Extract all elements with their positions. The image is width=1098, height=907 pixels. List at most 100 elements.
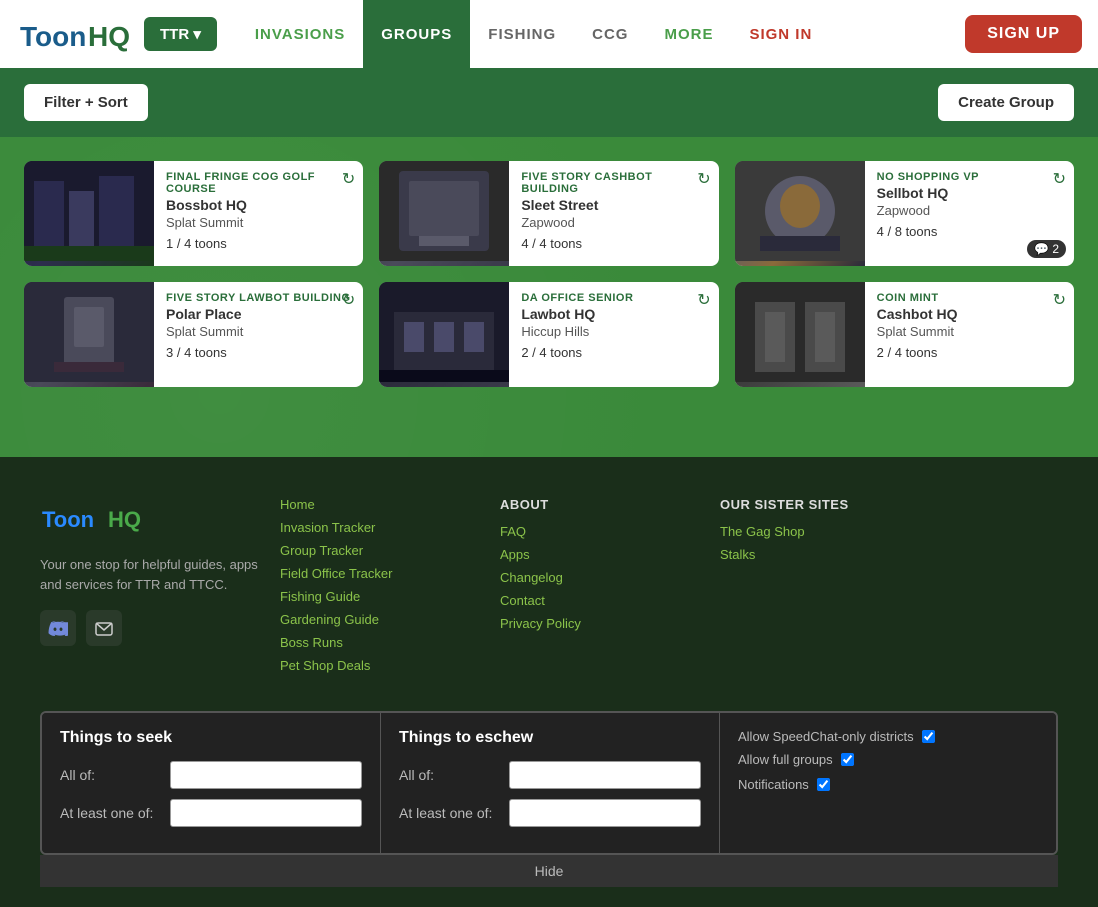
discord-icon[interactable] [40, 610, 76, 646]
header: Toon HQ TTR ▾ INVASIONS GROUPS FISHING C… [0, 0, 1098, 68]
footer-link-invasion[interactable]: Invasion Tracker [280, 520, 480, 535]
card-location2-5: Hiccup Hills [521, 324, 706, 339]
email-icon[interactable] [86, 610, 122, 646]
nav-invasions[interactable]: INVASIONS [237, 0, 363, 68]
filter-panel-grid: Things to seek All of: At least one of: … [42, 713, 1056, 853]
refresh-icon-2[interactable]: ↻ [697, 169, 710, 189]
svg-text:HQ: HQ [108, 507, 141, 532]
card-location2-4: Splat Summit [166, 324, 351, 339]
refresh-icon-5[interactable]: ↻ [697, 290, 710, 310]
card-location2-2: Zapwood [521, 215, 706, 230]
footer-link-gardening[interactable]: Gardening Guide [280, 612, 480, 627]
group-card-3[interactable]: NO SHOPPING VP Sellbot HQ Zapwood 4 / 8 … [735, 161, 1074, 266]
footer-link-petshop[interactable]: Pet Shop Deals [280, 658, 480, 673]
filter-bar: Filter + Sort Create Group [0, 68, 1098, 137]
refresh-icon-3[interactable]: ↻ [1053, 169, 1066, 189]
seek-title: Things to seek [60, 729, 362, 747]
footer-link-gagshop[interactable]: The Gag Shop [720, 524, 940, 539]
fullgroups-label: Allow full groups [738, 752, 833, 767]
filter-eschew-panel: Things to eschew All of: At least one of… [380, 713, 719, 853]
card-location1-1: Bossbot HQ [166, 197, 351, 213]
create-group-button[interactable]: Create Group [938, 84, 1074, 121]
card-title-5: DA OFFICE SENIOR [521, 292, 706, 304]
refresh-icon-4[interactable]: ↻ [342, 290, 355, 310]
auth-buttons: SIGN UP [965, 15, 1082, 53]
footer-link-privacy[interactable]: Privacy Policy [500, 616, 700, 631]
card-location1-4: Polar Place [166, 306, 351, 322]
card-toons-4: 3 / 4 toons [166, 345, 351, 360]
card-location1-2: Sleet Street [521, 197, 706, 213]
footer-link-home[interactable]: Home [280, 497, 480, 512]
speedchat-row: Allow SpeedChat-only districts [738, 729, 1038, 744]
footer-link-stalks[interactable]: Stalks [720, 547, 940, 562]
footer-sister-title: OUR SISTER SITES [720, 497, 940, 512]
card-title-3: NO SHOPPING VP [877, 171, 1062, 183]
card-title-4: FIVE STORY LAWBOT BUILDING [166, 292, 351, 304]
group-card-5[interactable]: DA OFFICE SENIOR Lawbot HQ Hiccup Hills … [379, 282, 718, 387]
eschew-all-label: All of: [399, 767, 499, 783]
card-title-1: FINAL FRINGE COG GOLF COURSE [166, 171, 351, 195]
filter-seek-panel: Things to seek All of: At least one of: [42, 713, 380, 853]
card-toons-1: 1 / 4 toons [166, 236, 351, 251]
svg-text:Toon: Toon [42, 507, 94, 532]
refresh-icon-1[interactable]: ↻ [342, 169, 355, 189]
speedchat-checkbox[interactable] [922, 730, 935, 743]
seek-atleast-input[interactable] [170, 799, 362, 827]
signup-button[interactable]: SIGN UP [965, 15, 1082, 53]
footer: Toon HQ Your one stop for helpful guides… [0, 457, 1098, 907]
footer-col-sister: OUR SISTER SITES The Gag Shop Stalks [720, 497, 940, 681]
footer-col-links: Home Invasion Tracker Group Tracker Fiel… [280, 497, 480, 681]
chat-badge-3: 💬 2 [1027, 240, 1066, 258]
card-location1-6: Cashbot HQ [877, 306, 1062, 322]
card-thumbnail-1 [24, 161, 154, 266]
card-content-4: FIVE STORY LAWBOT BUILDING Polar Place S… [154, 282, 363, 387]
footer-grid: Toon HQ Your one stop for helpful guides… [40, 497, 1058, 681]
card-content-5: DA OFFICE SENIOR Lawbot HQ Hiccup Hills … [509, 282, 718, 387]
hide-button[interactable]: Hide [40, 855, 1058, 887]
footer-link-fishing[interactable]: Fishing Guide [280, 589, 480, 604]
group-card-2[interactable]: FIVE STORY CASHBOT BUILDING Sleet Street… [379, 161, 718, 266]
eschew-all-row: All of: [399, 761, 701, 789]
card-toons-3: 4 / 8 toons [877, 224, 1062, 239]
footer-link-apps[interactable]: Apps [500, 547, 700, 562]
svg-text:Toon: Toon [20, 21, 86, 52]
card-toons-2: 4 / 4 toons [521, 236, 706, 251]
main-nav: INVASIONS GROUPS FISHING CCG MORE SIGN I… [237, 0, 830, 68]
eschew-atleast-input[interactable] [509, 799, 701, 827]
filter-options-panel: Allow SpeedChat-only districts Allow ful… [719, 713, 1056, 853]
eschew-title: Things to eschew [399, 729, 701, 747]
group-card-4[interactable]: FIVE STORY LAWBOT BUILDING Polar Place S… [24, 282, 363, 387]
footer-desc: Your one stop for helpful guides, apps a… [40, 555, 260, 594]
eschew-all-input[interactable] [509, 761, 701, 789]
nav-ccg[interactable]: CCG [574, 0, 646, 68]
nav-groups[interactable]: GROUPS [363, 0, 470, 68]
main-content: FINAL FRINGE COG GOLF COURSE Bossbot HQ … [0, 137, 1098, 457]
logo[interactable]: Toon HQ [16, 8, 136, 60]
footer-link-changelog[interactable]: Changelog [500, 570, 700, 585]
fullgroups-checkbox[interactable] [841, 753, 854, 766]
card-thumbnail-6 [735, 282, 865, 387]
speedchat-label: Allow SpeedChat-only districts [738, 729, 914, 744]
filter-sort-button[interactable]: Filter + Sort [24, 84, 148, 121]
refresh-icon-6[interactable]: ↻ [1053, 290, 1066, 310]
seek-all-input[interactable] [170, 761, 362, 789]
footer-col-brand: Toon HQ Your one stop for helpful guides… [40, 497, 260, 681]
notifications-checkbox[interactable] [817, 778, 830, 791]
card-location1-3: Sellbot HQ [877, 185, 1062, 201]
fullgroups-row: Allow full groups [738, 752, 1038, 767]
ttr-dropdown-button[interactable]: TTR ▾ [144, 17, 217, 51]
footer-link-contact[interactable]: Contact [500, 593, 700, 608]
nav-fishing[interactable]: FISHING [470, 0, 574, 68]
seek-atleast-label: At least one of: [60, 805, 160, 821]
footer-link-faq[interactable]: FAQ [500, 524, 700, 539]
cards-grid: FINAL FRINGE COG GOLF COURSE Bossbot HQ … [24, 161, 1074, 387]
group-card-1[interactable]: FINAL FRINGE COG GOLF COURSE Bossbot HQ … [24, 161, 363, 266]
speedchat-option: Allow SpeedChat-only districts Allow ful… [738, 729, 1038, 767]
group-card-6[interactable]: COIN MINT Cashbot HQ Splat Summit 2 / 4 … [735, 282, 1074, 387]
nav-more[interactable]: MORE [646, 0, 731, 68]
nav-signin[interactable]: SIGN IN [731, 0, 830, 68]
footer-link-bossruns[interactable]: Boss Runs [280, 635, 480, 650]
footer-link-group[interactable]: Group Tracker [280, 543, 480, 558]
footer-about-title: ABOUT [500, 497, 700, 512]
footer-link-fieldoffice[interactable]: Field Office Tracker [280, 566, 480, 581]
